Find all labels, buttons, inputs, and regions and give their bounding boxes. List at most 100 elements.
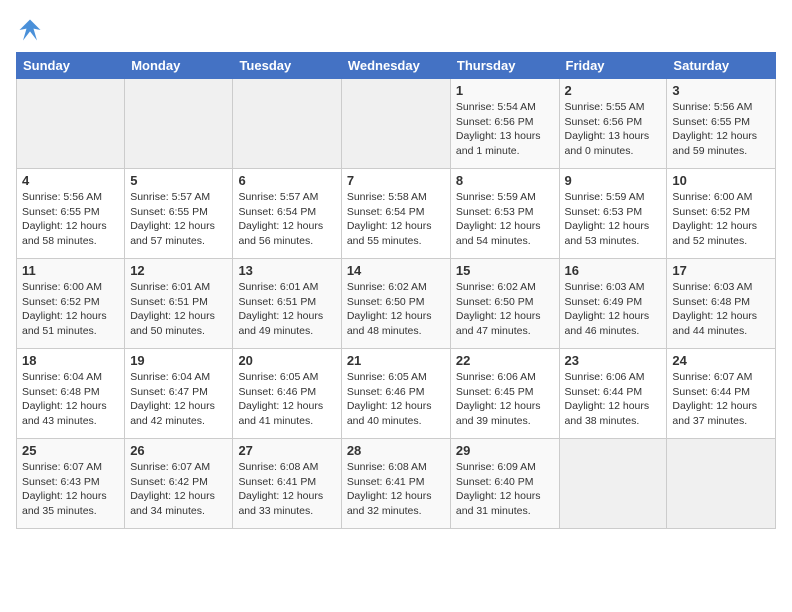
day-info: Sunrise: 6:03 AMSunset: 6:49 PMDaylight:… bbox=[565, 280, 662, 339]
calendar-week-row: 1 Sunrise: 5:54 AMSunset: 6:56 PMDaylight… bbox=[17, 79, 776, 169]
calendar-header: SundayMondayTuesdayWednesdayThursdayFrid… bbox=[17, 53, 776, 79]
day-number: 27 bbox=[238, 443, 335, 458]
day-info: Sunrise: 6:08 AMSunset: 6:41 PMDaylight:… bbox=[238, 460, 335, 519]
calendar-day-cell: 7 Sunrise: 5:58 AMSunset: 6:54 PMDaylight… bbox=[341, 169, 450, 259]
day-info: Sunrise: 6:00 AMSunset: 6:52 PMDaylight:… bbox=[22, 280, 119, 339]
calendar-day-cell bbox=[559, 439, 667, 529]
day-info: Sunrise: 6:06 AMSunset: 6:44 PMDaylight:… bbox=[565, 370, 662, 429]
day-info: Sunrise: 6:02 AMSunset: 6:50 PMDaylight:… bbox=[456, 280, 554, 339]
day-number: 26 bbox=[130, 443, 227, 458]
calendar-day-cell bbox=[233, 79, 341, 169]
day-info: Sunrise: 6:00 AMSunset: 6:52 PMDaylight:… bbox=[672, 190, 770, 249]
calendar-day-cell: 26 Sunrise: 6:07 AMSunset: 6:42 PMDayligh… bbox=[125, 439, 233, 529]
day-number: 17 bbox=[672, 263, 770, 278]
day-number: 14 bbox=[347, 263, 445, 278]
day-number: 10 bbox=[672, 173, 770, 188]
weekday-header-cell: Sunday bbox=[17, 53, 125, 79]
weekday-header-row: SundayMondayTuesdayWednesdayThursdayFrid… bbox=[17, 53, 776, 79]
calendar-day-cell: 28 Sunrise: 6:08 AMSunset: 6:41 PMDayligh… bbox=[341, 439, 450, 529]
calendar-day-cell: 10 Sunrise: 6:00 AMSunset: 6:52 PMDayligh… bbox=[667, 169, 776, 259]
calendar-day-cell: 4 Sunrise: 5:56 AMSunset: 6:55 PMDaylight… bbox=[17, 169, 125, 259]
calendar-day-cell: 13 Sunrise: 6:01 AMSunset: 6:51 PMDayligh… bbox=[233, 259, 341, 349]
calendar-week-row: 11 Sunrise: 6:00 AMSunset: 6:52 PMDayligh… bbox=[17, 259, 776, 349]
day-info: Sunrise: 5:54 AMSunset: 6:56 PMDaylight:… bbox=[456, 100, 554, 159]
calendar-day-cell: 14 Sunrise: 6:02 AMSunset: 6:50 PMDayligh… bbox=[341, 259, 450, 349]
calendar-day-cell bbox=[125, 79, 233, 169]
day-number: 1 bbox=[456, 83, 554, 98]
day-number: 3 bbox=[672, 83, 770, 98]
day-info: Sunrise: 6:04 AMSunset: 6:48 PMDaylight:… bbox=[22, 370, 119, 429]
weekday-header-cell: Thursday bbox=[450, 53, 559, 79]
day-number: 19 bbox=[130, 353, 227, 368]
calendar-body: 1 Sunrise: 5:54 AMSunset: 6:56 PMDaylight… bbox=[17, 79, 776, 529]
calendar-day-cell: 9 Sunrise: 5:59 AMSunset: 6:53 PMDaylight… bbox=[559, 169, 667, 259]
calendar-day-cell: 11 Sunrise: 6:00 AMSunset: 6:52 PMDayligh… bbox=[17, 259, 125, 349]
weekday-header-cell: Monday bbox=[125, 53, 233, 79]
calendar-day-cell: 5 Sunrise: 5:57 AMSunset: 6:55 PMDaylight… bbox=[125, 169, 233, 259]
day-info: Sunrise: 6:04 AMSunset: 6:47 PMDaylight:… bbox=[130, 370, 227, 429]
calendar-day-cell: 16Sunrise: 6:03 AMSunset: 6:49 PMDayligh… bbox=[559, 259, 667, 349]
day-number: 8 bbox=[456, 173, 554, 188]
day-info: Sunrise: 6:05 AMSunset: 6:46 PMDaylight:… bbox=[238, 370, 335, 429]
calendar-day-cell: 8 Sunrise: 5:59 AMSunset: 6:53 PMDaylight… bbox=[450, 169, 559, 259]
day-number: 25 bbox=[22, 443, 119, 458]
day-number: 2 bbox=[565, 83, 662, 98]
day-number: 11 bbox=[22, 263, 119, 278]
calendar-day-cell: 15 Sunrise: 6:02 AMSunset: 6:50 PMDayligh… bbox=[450, 259, 559, 349]
day-info: Sunrise: 5:57 AMSunset: 6:55 PMDaylight:… bbox=[130, 190, 227, 249]
calendar-day-cell: 25 Sunrise: 6:07 AMSunset: 6:43 PMDayligh… bbox=[17, 439, 125, 529]
day-info: Sunrise: 6:05 AMSunset: 6:46 PMDaylight:… bbox=[347, 370, 445, 429]
day-info: Sunrise: 6:07 AMSunset: 6:43 PMDaylight:… bbox=[22, 460, 119, 519]
calendar-week-row: 18 Sunrise: 6:04 AMSunset: 6:48 PMDayligh… bbox=[17, 349, 776, 439]
day-info: Sunrise: 6:08 AMSunset: 6:41 PMDaylight:… bbox=[347, 460, 445, 519]
day-info: Sunrise: 5:56 AMSunset: 6:55 PMDaylight:… bbox=[22, 190, 119, 249]
calendar-day-cell: 24Sunrise: 6:07 AMSunset: 6:44 PMDayligh… bbox=[667, 349, 776, 439]
day-number: 13 bbox=[238, 263, 335, 278]
day-info: Sunrise: 6:09 AMSunset: 6:40 PMDaylight:… bbox=[456, 460, 554, 519]
day-info: Sunrise: 5:59 AMSunset: 6:53 PMDaylight:… bbox=[565, 190, 662, 249]
day-number: 9 bbox=[565, 173, 662, 188]
weekday-header-cell: Saturday bbox=[667, 53, 776, 79]
day-info: Sunrise: 6:07 AMSunset: 6:42 PMDaylight:… bbox=[130, 460, 227, 519]
day-info: Sunrise: 5:58 AMSunset: 6:54 PMDaylight:… bbox=[347, 190, 445, 249]
day-number: 22 bbox=[456, 353, 554, 368]
calendar-day-cell: 20 Sunrise: 6:05 AMSunset: 6:46 PMDayligh… bbox=[233, 349, 341, 439]
day-number: 20 bbox=[238, 353, 335, 368]
calendar-table: SundayMondayTuesdayWednesdayThursdayFrid… bbox=[16, 52, 776, 529]
day-number: 15 bbox=[456, 263, 554, 278]
day-info: Sunrise: 6:02 AMSunset: 6:50 PMDaylight:… bbox=[347, 280, 445, 339]
calendar-day-cell: 19 Sunrise: 6:04 AMSunset: 6:47 PMDayligh… bbox=[125, 349, 233, 439]
day-number: 5 bbox=[130, 173, 227, 188]
day-info: Sunrise: 5:55 AMSunset: 6:56 PMDaylight:… bbox=[565, 100, 662, 159]
calendar-day-cell: 29Sunrise: 6:09 AMSunset: 6:40 PMDayligh… bbox=[450, 439, 559, 529]
day-info: Sunrise: 5:59 AMSunset: 6:53 PMDaylight:… bbox=[456, 190, 554, 249]
calendar-week-row: 25 Sunrise: 6:07 AMSunset: 6:43 PMDayligh… bbox=[17, 439, 776, 529]
calendar-day-cell bbox=[17, 79, 125, 169]
day-number: 18 bbox=[22, 353, 119, 368]
calendar-day-cell: 22 Sunrise: 6:06 AMSunset: 6:45 PMDayligh… bbox=[450, 349, 559, 439]
day-info: Sunrise: 6:03 AMSunset: 6:48 PMDaylight:… bbox=[672, 280, 770, 339]
calendar-day-cell: 21 Sunrise: 6:05 AMSunset: 6:46 PMDayligh… bbox=[341, 349, 450, 439]
day-number: 24 bbox=[672, 353, 770, 368]
day-number: 12 bbox=[130, 263, 227, 278]
day-number: 4 bbox=[22, 173, 119, 188]
day-info: Sunrise: 5:56 AMSunset: 6:55 PMDaylight:… bbox=[672, 100, 770, 159]
logo-icon bbox=[16, 16, 44, 44]
day-info: Sunrise: 6:01 AMSunset: 6:51 PMDaylight:… bbox=[130, 280, 227, 339]
day-number: 28 bbox=[347, 443, 445, 458]
day-number: 6 bbox=[238, 173, 335, 188]
day-number: 7 bbox=[347, 173, 445, 188]
calendar-day-cell: 6 Sunrise: 5:57 AMSunset: 6:54 PMDaylight… bbox=[233, 169, 341, 259]
logo bbox=[16, 16, 48, 44]
day-info: Sunrise: 6:01 AMSunset: 6:51 PMDaylight:… bbox=[238, 280, 335, 339]
weekday-header-cell: Wednesday bbox=[341, 53, 450, 79]
day-number: 23 bbox=[565, 353, 662, 368]
calendar-day-cell: 18 Sunrise: 6:04 AMSunset: 6:48 PMDayligh… bbox=[17, 349, 125, 439]
calendar-day-cell: 27 Sunrise: 6:08 AMSunset: 6:41 PMDayligh… bbox=[233, 439, 341, 529]
weekday-header-cell: Tuesday bbox=[233, 53, 341, 79]
day-info: Sunrise: 6:06 AMSunset: 6:45 PMDaylight:… bbox=[456, 370, 554, 429]
day-info: Sunrise: 5:57 AMSunset: 6:54 PMDaylight:… bbox=[238, 190, 335, 249]
day-number: 21 bbox=[347, 353, 445, 368]
calendar-day-cell bbox=[667, 439, 776, 529]
calendar-day-cell: 2 Sunrise: 5:55 AMSunset: 6:56 PMDaylight… bbox=[559, 79, 667, 169]
